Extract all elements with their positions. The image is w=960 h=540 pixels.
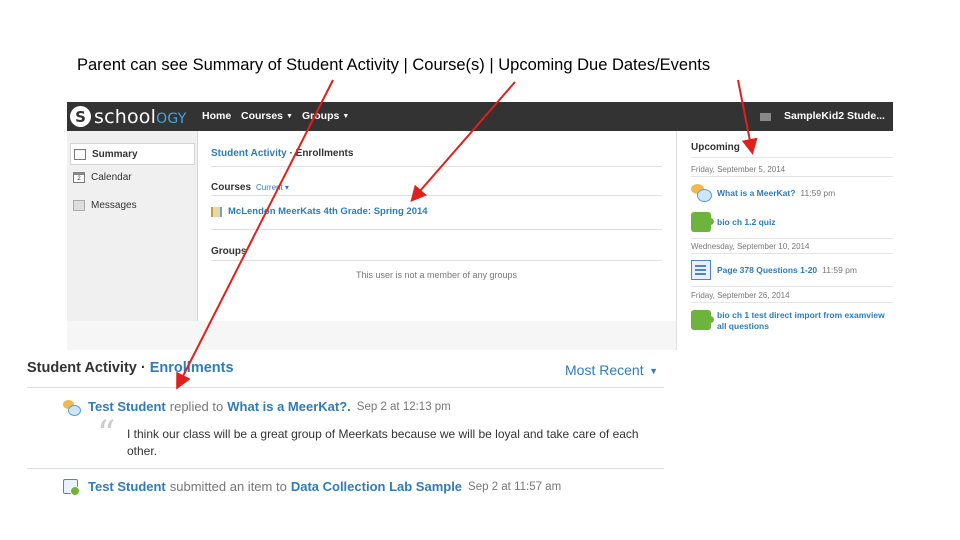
feed-timestamp: Sep 2 at 11:57 am bbox=[468, 480, 562, 493]
divider bbox=[691, 176, 893, 177]
divider bbox=[211, 195, 662, 196]
upcoming-date: Friday, September 5, 2014 bbox=[691, 165, 786, 174]
schoology-logo[interactable]: S schoolOGY bbox=[70, 105, 186, 128]
sort-label: Most Recent bbox=[565, 362, 644, 378]
feed-heading: Student Activity · Enrollments bbox=[27, 360, 234, 376]
sidebar-item-label: Summary bbox=[92, 148, 138, 160]
feed-heading-separator: · bbox=[140, 360, 146, 376]
upcoming-date: Friday, September 26, 2014 bbox=[691, 291, 790, 300]
feed-reply-text: I think our class will be a great group … bbox=[127, 427, 639, 458]
sidebar-item-messages[interactable]: Messages bbox=[70, 194, 195, 216]
discussion-reply-icon bbox=[63, 400, 81, 416]
upcoming-item-time: 11:59 pm bbox=[822, 265, 857, 275]
messages-icon bbox=[73, 199, 85, 211]
breadcrumb: Student Activity · Enrollments bbox=[211, 148, 353, 159]
feed-entry: Test Student submitted an item to Data C… bbox=[88, 479, 561, 494]
feed-timestamp: Sep 2 at 12:13 pm bbox=[356, 400, 451, 413]
upcoming-panel: Upcoming Friday, September 5, 2014 What … bbox=[676, 131, 893, 350]
summary-icon bbox=[74, 148, 86, 160]
chevron-down-icon: ▼ bbox=[342, 113, 350, 120]
upcoming-item-title: bio ch 1 test direct import from examvie… bbox=[717, 310, 885, 320]
breadcrumb-separator: · bbox=[289, 148, 293, 159]
upcoming-item[interactable]: Page 378 Questions 1-20 11:59 pm bbox=[691, 260, 857, 280]
courses-heading-label: Courses bbox=[211, 182, 252, 193]
slide-caption: Parent can see Summary of Student Activi… bbox=[77, 56, 711, 74]
divider bbox=[211, 229, 662, 230]
feed-enrollments-link[interactable]: Enrollments bbox=[150, 360, 234, 376]
top-nav-bar: S schoolOGY Home Courses ▼ Groups ▼ Sample… bbox=[67, 102, 893, 131]
chevron-down-icon: ▼ bbox=[646, 366, 659, 376]
divider bbox=[691, 302, 893, 303]
nav-courses[interactable]: Courses ▼ bbox=[241, 110, 293, 122]
quiz-icon bbox=[691, 212, 714, 232]
divider bbox=[691, 157, 893, 158]
nav-home[interactable]: Home bbox=[202, 110, 231, 122]
upcoming-item[interactable]: bio ch 1.2 quiz bbox=[691, 212, 776, 232]
feed-heading-label: Student Activity bbox=[27, 360, 137, 376]
upcoming-item[interactable]: bio ch 1 test direct import from examvie… bbox=[691, 310, 885, 332]
quiz-icon bbox=[691, 310, 714, 330]
assignment-icon bbox=[691, 260, 711, 280]
feed-verb: submitted an item to bbox=[169, 479, 287, 494]
upcoming-item-text: bio ch 1 test direct import from examvie… bbox=[717, 310, 885, 332]
sidebar-item-calendar[interactable]: 2 Calendar bbox=[70, 166, 195, 188]
logo-mark-icon: S bbox=[70, 106, 91, 127]
upcoming-item-title-line2: all questions bbox=[717, 321, 769, 331]
divider bbox=[27, 468, 664, 469]
left-sidebar: Summary 2 Calendar Messages bbox=[67, 131, 198, 350]
courses-filter-label: Current bbox=[256, 183, 283, 192]
divider bbox=[691, 286, 893, 287]
chevron-down-icon: ▼ bbox=[286, 113, 293, 120]
mail-icon[interactable] bbox=[760, 113, 771, 121]
breadcrumb-student-activity[interactable]: Student Activity bbox=[211, 148, 287, 159]
divider bbox=[27, 387, 664, 388]
courses-filter-dropdown[interactable]: Current ▾ bbox=[256, 183, 289, 192]
page-footer-area bbox=[67, 321, 676, 350]
divider bbox=[691, 238, 893, 239]
discussion-icon bbox=[691, 183, 712, 203]
upcoming-title: Upcoming bbox=[691, 142, 740, 153]
nav-home-label: Home bbox=[202, 110, 232, 122]
quote-icon: “ bbox=[97, 414, 116, 455]
upcoming-item[interactable]: What is a MeerKat? 11:59 pm bbox=[691, 183, 835, 203]
sort-dropdown[interactable]: Most Recent ▼ bbox=[565, 362, 658, 378]
feed-object-link[interactable]: What is a MeerKat?. bbox=[227, 399, 351, 414]
courses-heading: Courses Current ▾ bbox=[211, 182, 289, 193]
feed-entry: Test Student replied to What is a MeerKa… bbox=[88, 399, 451, 414]
upcoming-item-time: 11:59 pm bbox=[800, 188, 836, 198]
nav-courses-label: Courses bbox=[241, 110, 284, 122]
upcoming-item-title: bio ch 1.2 quiz bbox=[717, 217, 776, 227]
upcoming-item-title: What is a MeerKat? bbox=[717, 188, 796, 198]
sidebar-item-summary[interactable]: Summary bbox=[70, 143, 195, 165]
divider bbox=[691, 253, 893, 254]
groups-empty-message: This user is not a member of any groups bbox=[355, 270, 518, 280]
feed-user-link[interactable]: Test Student bbox=[88, 399, 166, 414]
feed-object-link[interactable]: Data Collection Lab Sample bbox=[291, 479, 462, 494]
course-book-icon bbox=[211, 206, 222, 217]
main-content: Student Activity · Enrollments Courses Cu… bbox=[211, 131, 663, 350]
feed-user-link[interactable]: Test Student bbox=[88, 479, 166, 494]
nav-groups-label: Groups bbox=[302, 110, 340, 122]
submission-icon bbox=[63, 479, 80, 496]
upcoming-item-title: Page 378 Questions 1-20 bbox=[717, 265, 818, 275]
sidebar-item-label: Messages bbox=[91, 199, 137, 211]
calendar-icon: 2 bbox=[73, 171, 85, 183]
feed-verb: replied to bbox=[169, 399, 224, 414]
nav-groups[interactable]: Groups ▼ bbox=[302, 110, 349, 122]
divider bbox=[211, 260, 662, 261]
upcoming-date: Wednesday, September 10, 2014 bbox=[691, 242, 810, 251]
user-menu[interactable]: SampleKid2 Stude... bbox=[784, 110, 885, 122]
course-name: McLendon MeerKats 4th Grade: Spring 2014 bbox=[228, 206, 428, 217]
schoology-screenshot: S schoolOGY Home Courses ▼ Groups ▼ Sample… bbox=[67, 102, 893, 350]
logo-text: school bbox=[94, 105, 157, 128]
groups-heading: Groups bbox=[211, 246, 247, 257]
logo-wordmark: schoolOGY bbox=[94, 106, 186, 128]
course-link[interactable]: McLendon MeerKats 4th Grade: Spring 2014 bbox=[211, 206, 428, 217]
sidebar-item-label: Calendar bbox=[91, 171, 132, 183]
logo-text-suffix: OGY bbox=[156, 110, 187, 127]
divider bbox=[211, 166, 662, 167]
activity-feed: Student Activity · Enrollments Most Rece… bbox=[27, 355, 664, 515]
breadcrumb-current: Enrollments bbox=[295, 148, 354, 159]
